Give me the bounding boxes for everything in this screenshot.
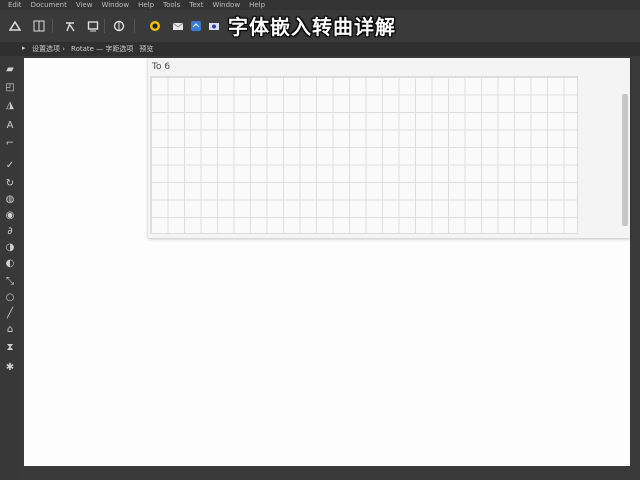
tools-panel: ▰ ◰ ◮ A ⌐ ✓ ↻ ◍ ◉ ∂ ◑ ◐ ⤡ ○ ╱ ⌂ ⧗ ✱: [0, 56, 20, 480]
rotate-tool-icon[interactable]: ↻: [3, 176, 17, 190]
menu-item-tools[interactable]: Tools: [163, 1, 180, 9]
app-icon[interactable]: [6, 17, 24, 35]
options-item-preview[interactable]: 预览: [139, 44, 153, 54]
arc-tool-icon[interactable]: ◑: [3, 240, 17, 254]
brush-tool-icon[interactable]: ╱: [3, 306, 17, 320]
direct-tool-icon[interactable]: ◰: [3, 80, 17, 94]
frame-icon[interactable]: [84, 17, 102, 35]
options-item-settings[interactable]: 设置选项 ›: [32, 44, 65, 54]
grid-icon[interactable]: [30, 17, 48, 35]
crop-tool-icon[interactable]: ◐: [3, 256, 17, 270]
menu-item-view[interactable]: View: [76, 1, 93, 9]
ellipse-tool-icon[interactable]: ◉: [3, 208, 17, 222]
overlay-title: 字体嵌入转曲详解: [228, 15, 396, 39]
menu-item-help-2[interactable]: Help: [249, 1, 265, 9]
star-tool-icon[interactable]: ✱: [3, 360, 17, 374]
menu-item-edit[interactable]: Edit: [8, 1, 22, 9]
options-arrow-icon[interactable]: ▸: [22, 44, 26, 52]
curve-tool-icon[interactable]: ∂: [3, 224, 17, 238]
shape-tool-icon[interactable]: ◍: [3, 192, 17, 206]
menu-item-text[interactable]: Text: [189, 1, 203, 9]
circle-tool-icon[interactable]: ○: [3, 290, 17, 304]
menu-item-document[interactable]: Document: [31, 1, 67, 9]
text-icon[interactable]: [61, 17, 79, 35]
pen-tool-icon[interactable]: ◮: [3, 98, 17, 112]
power-icon[interactable]: [110, 17, 128, 35]
panel-scrollbar[interactable]: [622, 94, 628, 226]
line-tool-icon[interactable]: ⌐: [3, 136, 17, 150]
status-strip: [24, 466, 630, 480]
menu-item-window-2[interactable]: Window: [212, 1, 240, 9]
scale-tool-icon[interactable]: ⤡: [3, 274, 17, 288]
menu-bar: Edit Document View Window Help Tools Tex…: [0, 0, 640, 10]
check-tool-icon[interactable]: ✓: [3, 158, 17, 172]
panel-title: To 6: [152, 62, 171, 72]
mail-icon[interactable]: [169, 17, 187, 35]
options-item-rotate[interactable]: Rotate — 字距选项: [71, 44, 133, 54]
grid-panel: To 6: [148, 58, 630, 238]
grid-area[interactable]: [150, 76, 578, 234]
hourglass-tool-icon[interactable]: ⧗: [3, 340, 17, 354]
eraser-tool-icon[interactable]: ⌂: [3, 322, 17, 336]
cloud-icon[interactable]: [187, 17, 205, 35]
circle-icon[interactable]: [146, 17, 164, 35]
menu-item-help[interactable]: Help: [138, 1, 154, 9]
camera-icon[interactable]: [205, 17, 223, 35]
type-tool-icon[interactable]: A: [3, 118, 17, 132]
menu-item-window[interactable]: Window: [101, 1, 129, 9]
select-tool-icon[interactable]: ▰: [3, 62, 17, 76]
options-bar: ▸ 设置选项 › Rotate — 字距选项 预览: [0, 42, 640, 56]
